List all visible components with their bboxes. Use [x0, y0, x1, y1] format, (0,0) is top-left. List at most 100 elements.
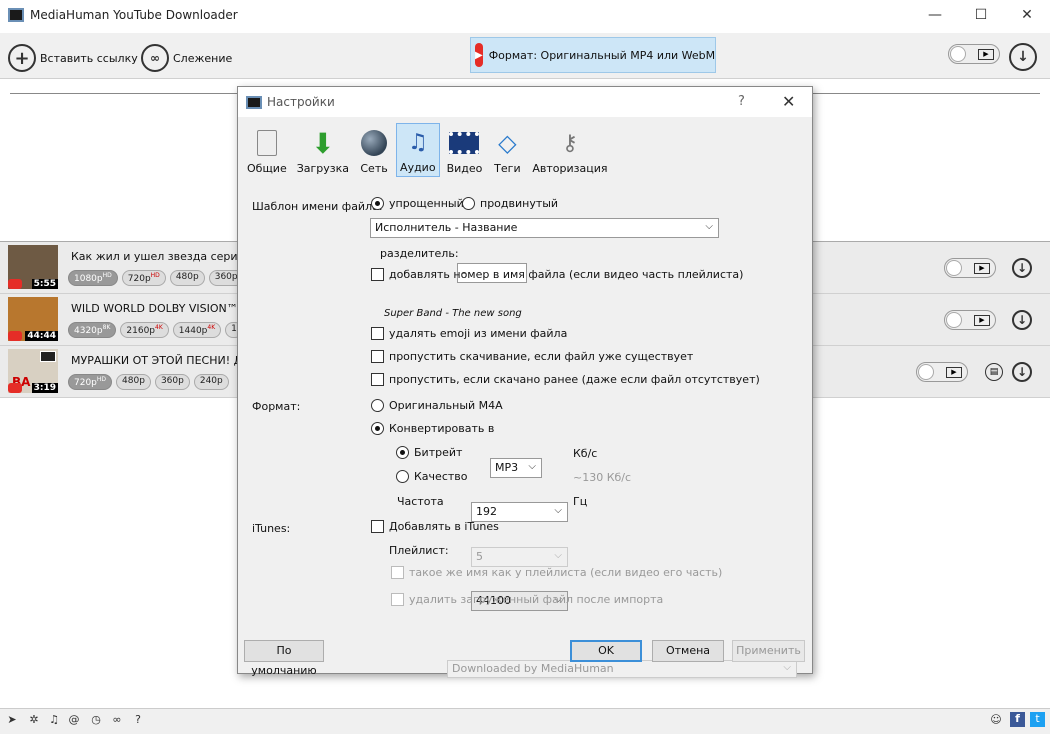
bitrate-unit: Кб/с: [573, 447, 598, 460]
facebook-icon[interactable]: f: [1010, 712, 1025, 727]
tab-general[interactable]: Общие: [244, 123, 290, 177]
paste-link-button[interactable]: + Вставить ссылку: [8, 40, 138, 76]
filename-template-label: Шаблон имени файла:: [252, 200, 383, 213]
filename-example: Super Band - The new song: [384, 308, 522, 319]
film-icon: ▶: [974, 314, 990, 326]
video-title: WILD WORLD DOLBY VISION™ | E: [71, 302, 256, 315]
tab-network[interactable]: Сеть: [356, 123, 392, 177]
quality-chip[interactable]: 2160p4K: [120, 322, 169, 338]
default-button[interactable]: По умолчанию: [244, 640, 324, 677]
quality-list: 4320p8K 2160p4K 1440p4K 1: [68, 322, 243, 338]
convert-format-select[interactable]: MP3 ⌵: [490, 458, 542, 478]
delete-after-import-checkbox[interactable]: удалить загруженный файл после импорта: [391, 593, 663, 606]
bitrate-select[interactable]: 192 ⌵: [471, 502, 568, 522]
download-all-icon[interactable]: ↓: [1009, 43, 1037, 71]
download-icon[interactable]: ↓: [1012, 310, 1032, 330]
twitter-icon[interactable]: t: [1030, 712, 1045, 727]
cancel-button[interactable]: Отмена: [652, 640, 724, 662]
quality-chip[interactable]: 1440p4K: [172, 322, 222, 338]
download-icon[interactable]: ↓: [1012, 362, 1032, 382]
remove-emoji-checkbox[interactable]: удалять emoji из имени файла: [371, 327, 567, 340]
tag-icon: ◇: [498, 129, 517, 157]
video-title: МУРАШКИ ОТ ЭТОЙ ПЕСНИ! ДУШ: [71, 354, 261, 367]
download-icon[interactable]: ↓: [1012, 258, 1032, 278]
youtube-icon: [8, 383, 22, 393]
dialog-title-bar: Настройки ? ✕: [238, 87, 812, 117]
film-icon: ▶: [946, 366, 962, 378]
separator-label: разделитель:: [380, 247, 459, 260]
status-bar: [0, 708, 1050, 734]
keys-icon: ⚷: [561, 130, 579, 156]
quality-chip[interactable]: 720pHD: [121, 270, 166, 286]
quality-chip[interactable]: 720pHD: [68, 374, 113, 390]
skip-exists-checkbox[interactable]: пропустить скачивание, если файл уже сущ…: [371, 350, 693, 363]
quality-chip[interactable]: 240p: [193, 374, 229, 390]
tracking-label: Слежение: [173, 51, 233, 65]
quality-radio[interactable]: Качество: [396, 470, 468, 483]
person-icon[interactable]: ☺: [989, 713, 1003, 727]
itunes-section-label: iTunes:: [252, 522, 291, 535]
skip-downloaded-checkbox[interactable]: пропустить, если скачано ранее (даже есл…: [371, 373, 760, 386]
convert-radio[interactable]: Конвертировать в: [371, 422, 494, 435]
simple-radio[interactable]: упрощенный: [371, 197, 464, 210]
duration-badge: 44:44: [25, 331, 58, 341]
quality-select[interactable]: 5 ⌵: [471, 547, 568, 567]
youtube-icon: ▶: [475, 43, 483, 67]
frequency-unit: Гц: [573, 495, 588, 508]
quality-chip[interactable]: 480p: [116, 374, 151, 390]
snail-icon[interactable]: @: [67, 713, 81, 727]
tab-download[interactable]: ⬇ Загрузка: [294, 123, 352, 177]
music-note-icon: ♫: [407, 129, 428, 155]
video-mode-toggle[interactable]: ▶: [944, 310, 996, 330]
dialog-close-button[interactable]: ✕: [782, 92, 795, 111]
maximize-button[interactable]: ☐: [958, 0, 1004, 31]
quality-list: 1080pHD 720pHD 480p 360p: [68, 270, 244, 286]
video-mode-toggle[interactable]: ▶: [944, 258, 996, 278]
video-mode-toggle[interactable]: ▶: [948, 44, 1000, 64]
clock-icon[interactable]: ◷: [89, 713, 103, 727]
add-itunes-checkbox[interactable]: Добавлять в iTunes: [371, 520, 499, 533]
tracking-button[interactable]: ∞ Слежение: [141, 40, 232, 76]
video-thumbnail: ВА 3:19: [8, 349, 58, 393]
close-button[interactable]: ✕: [1004, 0, 1050, 31]
phone-icon: [252, 128, 282, 158]
playlist-label: Плейлист:: [389, 544, 449, 557]
download-arrow-icon: ⬇: [311, 126, 335, 160]
ok-button[interactable]: OK: [570, 640, 642, 662]
playlist-icon: [40, 351, 56, 362]
tab-tags[interactable]: ◇ Теги: [489, 123, 525, 177]
quality-chip[interactable]: 360p: [154, 374, 190, 390]
quality-chip[interactable]: 4320p8K: [68, 322, 117, 338]
minimize-button[interactable]: —: [912, 0, 958, 31]
quality-unit: ~130 Кб/с: [573, 471, 632, 484]
apply-button[interactable]: Применить: [732, 640, 805, 662]
send-icon[interactable]: ➤: [5, 713, 19, 727]
add-number-checkbox[interactable]: добавлять номер в имя файла (если видео …: [371, 268, 743, 281]
tab-authorization[interactable]: ⚷ Авторизация: [529, 123, 610, 177]
music-note-icon[interactable]: ♫: [47, 713, 61, 727]
video-thumbnail: 5:55: [8, 245, 58, 289]
duration-badge: 5:55: [31, 279, 58, 289]
window-title: MediaHuman YouTube Downloader: [30, 8, 238, 22]
original-m4a-radio[interactable]: Оригинальный M4A: [371, 399, 503, 412]
tab-audio[interactable]: ♫ Аудио: [396, 123, 440, 177]
tab-video[interactable]: Видео: [444, 123, 486, 177]
quality-chip[interactable]: 1080pHD: [68, 270, 118, 286]
help-icon[interactable]: ?: [131, 713, 145, 727]
bitrate-radio[interactable]: Битрейт: [396, 446, 462, 459]
frequency-label: Частота: [397, 495, 444, 508]
document-icon[interactable]: ▤: [985, 363, 1003, 381]
film-icon: ▶: [978, 48, 994, 60]
playlist-select[interactable]: Downloaded by MediaHuman ⌵: [447, 660, 797, 678]
binoculars-icon[interactable]: ∞: [110, 713, 124, 727]
same-name-checkbox[interactable]: такое же имя как у плейлиста (если видео…: [391, 566, 722, 579]
quality-chip[interactable]: 480p: [169, 270, 205, 286]
video-mode-toggle[interactable]: ▶: [916, 362, 968, 382]
gear-icon[interactable]: ✲: [27, 713, 41, 727]
format-button[interactable]: ▶ Формат: Оригинальный MP4 или WebM: [470, 37, 716, 73]
quality-list: 720pHD 480p 360p 240p: [68, 374, 229, 390]
help-button[interactable]: ?: [738, 94, 745, 109]
advanced-radio[interactable]: продвинутый: [462, 197, 558, 210]
format-label: Формат: Оригинальный MP4 или WebM: [488, 48, 716, 62]
template-select[interactable]: Исполнитель - Название ⌵: [370, 218, 719, 238]
